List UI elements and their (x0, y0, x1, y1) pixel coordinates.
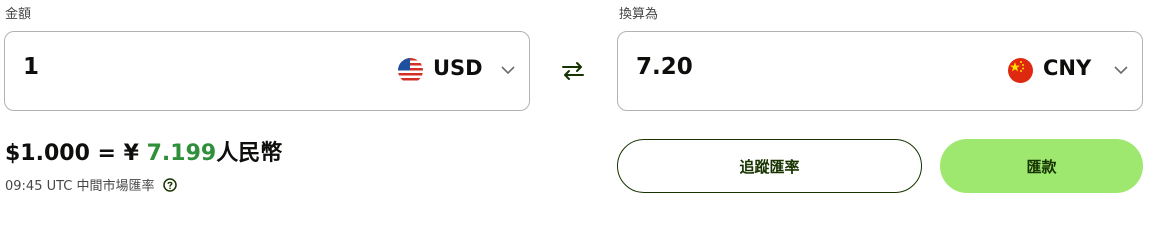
rate-prefix: $1.000 = ¥ (5, 141, 147, 166)
rate-value: 7.199 (146, 141, 217, 166)
cn-flag-icon (1008, 58, 1033, 83)
send-money-button[interactable]: 匯款 (940, 139, 1143, 193)
swap-arrows-icon[interactable] (560, 58, 586, 84)
rate-meta-text: 09:45 UTC 中間市場匯率 (5, 179, 155, 194)
amount-input-value[interactable]: 1 (23, 54, 39, 80)
amount-input-box[interactable]: 1 USD (4, 31, 530, 111)
exchange-rate: $1.000 = ¥ 7.199人民幣 (5, 135, 282, 167)
chevron-down-icon[interactable] (501, 66, 515, 74)
help-circle-icon[interactable] (162, 177, 177, 192)
track-rate-button[interactable]: 追蹤匯率 (617, 139, 922, 193)
converted-amount-value[interactable]: 7.20 (636, 54, 693, 80)
rate-meta: 09:45 UTC 中間市場匯率 (5, 175, 177, 194)
chevron-down-icon[interactable] (1114, 66, 1128, 74)
from-currency-code[interactable]: USD (433, 56, 483, 80)
to-currency-code[interactable]: CNY (1043, 56, 1091, 80)
converted-amount-box[interactable]: 7.20 CNY (617, 31, 1143, 111)
convert-to-label: 換算為 (619, 7, 659, 22)
us-flag-icon (398, 58, 423, 83)
rate-suffix: 人民幣 (216, 141, 283, 166)
amount-label: 金額 (5, 7, 32, 22)
